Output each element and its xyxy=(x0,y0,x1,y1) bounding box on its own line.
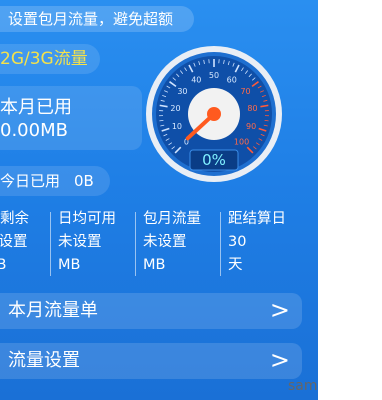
gauge-tick-label: 90 xyxy=(246,122,256,131)
gauge-tick-label: 40 xyxy=(191,75,201,84)
month-used-value: 0.00MB xyxy=(0,120,68,141)
stat-plan-title: 包月流量 xyxy=(143,211,201,227)
speed-gauge: 0 10 20 30 40 50 60 70 80 90 100 0% xyxy=(144,42,284,192)
stat-plan-value: 未设置 xyxy=(143,234,187,250)
stat-remaining-value: 未设置 xyxy=(0,234,28,250)
stat-remaining-unit: MB xyxy=(0,257,7,273)
stat-days-title: 距结算日 xyxy=(228,211,286,227)
gauge-tick-label: 60 xyxy=(227,75,237,84)
gauge-tick-label: 20 xyxy=(170,104,180,113)
today-used-label: 今日已用 xyxy=(0,172,61,190)
today-used-row: 今日已用 0B xyxy=(0,166,110,196)
gauge-tick-label: 80 xyxy=(247,104,257,113)
traffic-panel: 设置包月流量，避免超额 2G/3G流量 本月已用 0.00MB 今日已用 0B 0… xyxy=(0,0,318,400)
stat-daily-value: 未设置 xyxy=(58,234,102,250)
stat-divider xyxy=(220,212,221,276)
gauge-percent-text: 0% xyxy=(202,151,226,169)
stat-daily-available: 日均可用 未设置 MB xyxy=(58,208,116,278)
month-used-box: 本月已用 0.00MB xyxy=(0,86,142,150)
monthly-traffic-list-label: 本月流量单 xyxy=(8,300,98,321)
gauge-tick-label: 100 xyxy=(234,138,249,147)
month-used-title: 本月已用 xyxy=(0,97,72,118)
chevron-right-icon: > xyxy=(269,296,290,324)
traffic-settings-button[interactable]: 流量设置 > xyxy=(0,343,302,379)
gauge-tick-label: 10 xyxy=(172,122,182,131)
monthly-traffic-list-button[interactable]: 本月流量单 > xyxy=(0,293,302,329)
stat-daily-title: 日均可用 xyxy=(58,211,116,227)
tip-banner[interactable]: 设置包月流量，避免超额 xyxy=(0,6,194,32)
stat-plan-unit: MB xyxy=(143,257,166,273)
gauge-svg: 010203040 50 60708090100 0% xyxy=(146,46,282,182)
stat-daily-unit: MB xyxy=(58,257,81,273)
today-used-value: 0B xyxy=(74,172,94,190)
stat-days-value: 30 xyxy=(228,234,247,250)
watermark-text: sam xyxy=(288,378,318,394)
gauge-needle-hub xyxy=(207,107,221,121)
network-type-label[interactable]: 2G/3G流量 xyxy=(0,44,100,74)
gauge-tick-label: 30 xyxy=(177,87,187,96)
chevron-right-icon: > xyxy=(269,346,290,374)
stats-row: 剩余 未设置 MB 日均可用 未设置 MB 包月流量 未设置 MB 距结算日 3… xyxy=(0,208,318,278)
stat-remaining-title: 剩余 xyxy=(0,211,29,227)
stat-divider xyxy=(135,212,136,276)
gauge-tick-label: 70 xyxy=(240,87,250,96)
traffic-settings-label: 流量设置 xyxy=(8,350,80,371)
stat-days-to-settlement: 距结算日 30 天 xyxy=(228,208,286,278)
stat-monthly-plan: 包月流量 未设置 MB xyxy=(143,208,201,278)
stat-days-unit: 天 xyxy=(228,257,243,273)
stat-remaining: 剩余 未设置 MB xyxy=(0,208,29,278)
stat-divider xyxy=(50,212,51,276)
gauge-tick-label: 50 xyxy=(209,71,219,80)
gauge-minor-tick xyxy=(159,119,164,122)
gauge-minor-tick xyxy=(264,119,269,122)
